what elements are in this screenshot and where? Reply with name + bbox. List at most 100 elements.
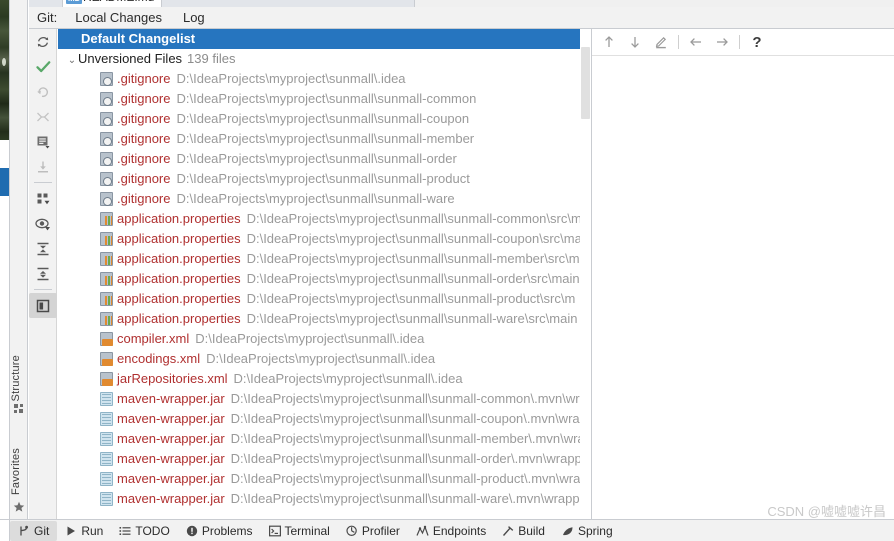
local-changes-tree[interactable]: Default Changelist ⌄ Unversioned Files 139… (58, 29, 592, 519)
status-bar-button-run[interactable]: Run (57, 521, 111, 541)
tab-local-changes[interactable]: Local Changes (72, 9, 165, 26)
todo-list-icon (119, 525, 131, 537)
tab-log[interactable]: Log (180, 9, 208, 26)
left-strip-blue-accent (0, 168, 9, 196)
file-path: D:\IdeaProjects\myproject\sunmall\sunmal… (246, 291, 576, 306)
file-path: D:\IdeaProjects\myproject\sunmall\sunmal… (246, 231, 582, 246)
status-bar-label-spring: Spring (577, 523, 613, 538)
tool-window-tab-structure[interactable]: Structure (10, 355, 28, 401)
refresh-icon[interactable] (29, 29, 57, 54)
file-row[interactable]: .gitignore D:\IdeaProjects\myproject\sunm… (58, 169, 592, 189)
move-to-another-changelist-icon (29, 154, 57, 179)
commit-check-icon[interactable] (29, 54, 57, 79)
file-row[interactable]: .gitignore D:\IdeaProjects\myproject\sunm… (58, 89, 592, 109)
gitignore-file-icon (100, 92, 113, 106)
new-changelist-icon[interactable] (29, 129, 57, 154)
edit-source-pencil-icon[interactable] (648, 30, 674, 54)
help-icon[interactable]: ? (744, 30, 770, 54)
file-path: D:\IdeaProjects\myproject\sunmall\sunmal… (230, 391, 580, 406)
status-bar-label-endpoints: Endpoints (432, 523, 487, 538)
git-tool-window-header: Git: Local Changes Log (29, 7, 894, 29)
file-row[interactable]: maven-wrapper.jar D:\IdeaProjects\myproje… (58, 389, 592, 409)
file-name: .gitignore (117, 71, 171, 86)
file-row[interactable]: maven-wrapper.jar D:\IdeaProjects\myproje… (58, 469, 592, 489)
status-bar-button-problems[interactable]: Problems (178, 521, 261, 541)
editor-tab-label: README.md (83, 0, 154, 4)
file-name: maven-wrapper.jar (117, 471, 225, 486)
tree-scrollbar-thumb[interactable] (581, 47, 590, 119)
left-tool-window-bar: Structure Favorites (10, 0, 28, 519)
file-row[interactable]: application.properties D:\IdeaProjects\my… (58, 309, 592, 329)
left-strip-white-upper (0, 140, 9, 168)
tree-group-unversioned-files[interactable]: ⌄ Unversioned Files 139 files (58, 49, 592, 69)
rollback-icon (29, 79, 57, 104)
changes-details-pane: ? (592, 29, 894, 519)
file-path: D:\IdeaProjects\myproject\sunmall\.idea (206, 351, 436, 366)
file-name: application.properties (117, 271, 241, 286)
file-name: encodings.xml (117, 351, 201, 366)
chevron-down-icon[interactable]: ⌄ (66, 51, 78, 69)
file-row[interactable]: .gitignore D:\IdeaProjects\myproject\sunm… (58, 109, 592, 129)
properties-file-icon (100, 312, 113, 326)
xml-file-icon (100, 332, 113, 346)
gitignore-file-icon (100, 192, 113, 206)
status-bar-button-endpoints[interactable]: Endpoints (408, 521, 494, 541)
file-row[interactable]: .gitignore D:\IdeaProjects\myproject\sunm… (58, 69, 592, 89)
file-row[interactable]: application.properties D:\IdeaProjects\my… (58, 289, 592, 309)
group-file-count: 139 files (187, 51, 236, 66)
file-row[interactable]: maven-wrapper.jar D:\IdeaProjects\myproje… (58, 429, 592, 449)
preview-diff-icon[interactable] (29, 211, 57, 236)
jar-file-icon (100, 472, 113, 486)
status-bar-button-spring[interactable]: Spring (553, 521, 621, 541)
file-row[interactable]: application.properties D:\IdeaProjects\my… (58, 249, 592, 269)
file-row[interactable]: application.properties D:\IdeaProjects\my… (58, 209, 592, 229)
file-row[interactable]: .gitignore D:\IdeaProjects\myproject\sunm… (58, 189, 592, 209)
problems-warning-icon (186, 525, 198, 537)
file-row[interactable]: maven-wrapper.jar D:\IdeaProjects\myproje… (58, 409, 592, 429)
file-path: D:\IdeaProjects\myproject\sunmall\sunmal… (176, 151, 457, 166)
toolbar-separator-2 (33, 289, 52, 290)
status-bar-label-profiler: Profiler (361, 523, 400, 538)
properties-file-icon (100, 232, 113, 246)
file-name: maven-wrapper.jar (117, 431, 225, 446)
previous-difference-icon[interactable] (596, 30, 622, 54)
show-diff-preview-icon[interactable] (29, 293, 57, 318)
status-bar-button-terminal[interactable]: Terminal (261, 521, 338, 541)
collapse-all-icon[interactable] (29, 261, 57, 286)
expand-all-icon[interactable] (29, 236, 57, 261)
ide-window: Structure Favorites MD README.md Git: Lo… (0, 0, 894, 541)
file-row[interactable]: maven-wrapper.jar D:\IdeaProjects\myproje… (58, 449, 592, 469)
file-path: D:\IdeaProjects\myproject\sunmall\sunmal… (176, 91, 477, 106)
file-name: jarRepositories.xml (117, 371, 228, 386)
forward-arrow-icon[interactable] (709, 30, 735, 54)
file-row[interactable]: .gitignore D:\IdeaProjects\myproject\sunm… (58, 149, 592, 169)
run-play-icon (65, 525, 77, 537)
group-by-icon[interactable] (29, 186, 57, 211)
file-name: application.properties (117, 231, 241, 246)
file-row[interactable]: application.properties D:\IdeaProjects\my… (58, 229, 592, 249)
file-name: application.properties (117, 251, 241, 266)
changelist-row-default[interactable]: Default Changelist (58, 29, 592, 49)
details-toolbar-separator-2 (739, 35, 740, 49)
editor-tab-strip: MD README.md (29, 0, 415, 7)
next-difference-icon[interactable] (622, 30, 648, 54)
back-arrow-icon[interactable] (683, 30, 709, 54)
file-row[interactable]: compiler.xml D:\IdeaProjects\myproject\su… (58, 329, 592, 349)
editor-tab-readme[interactable]: MD README.md (62, 0, 163, 7)
file-row[interactable]: encodings.xml D:\IdeaProjects\myproject\s… (58, 349, 592, 369)
file-path: D:\IdeaProjects\myproject\sunmall\sunmal… (246, 271, 580, 286)
markdown-file-icon: MD (66, 0, 83, 4)
status-bar-button-profiler[interactable]: Profiler (338, 521, 408, 541)
file-row[interactable]: .gitignore D:\IdeaProjects\myproject\sunm… (58, 129, 592, 149)
file-path: D:\IdeaProjects\myproject\sunmall\sunmal… (230, 471, 581, 486)
file-path: D:\IdeaProjects\myproject\sunmall\sunmal… (176, 111, 470, 126)
status-bar-button-build[interactable]: Build (494, 521, 553, 541)
status-bar-button-todo[interactable]: TODO (111, 521, 177, 541)
details-toolbar-separator-1 (678, 35, 679, 49)
file-row[interactable]: application.properties D:\IdeaProjects\my… (58, 269, 592, 289)
tool-window-tab-favorites[interactable]: Favorites (10, 448, 28, 495)
file-path: D:\IdeaProjects\myproject\sunmall\sunmal… (246, 311, 578, 326)
file-row[interactable]: maven-wrapper.jar D:\IdeaProjects\myproje… (58, 489, 592, 509)
status-bar-button-git[interactable]: Git (10, 520, 58, 541)
file-row[interactable]: jarRepositories.xml D:\IdeaProjects\mypro… (58, 369, 592, 389)
